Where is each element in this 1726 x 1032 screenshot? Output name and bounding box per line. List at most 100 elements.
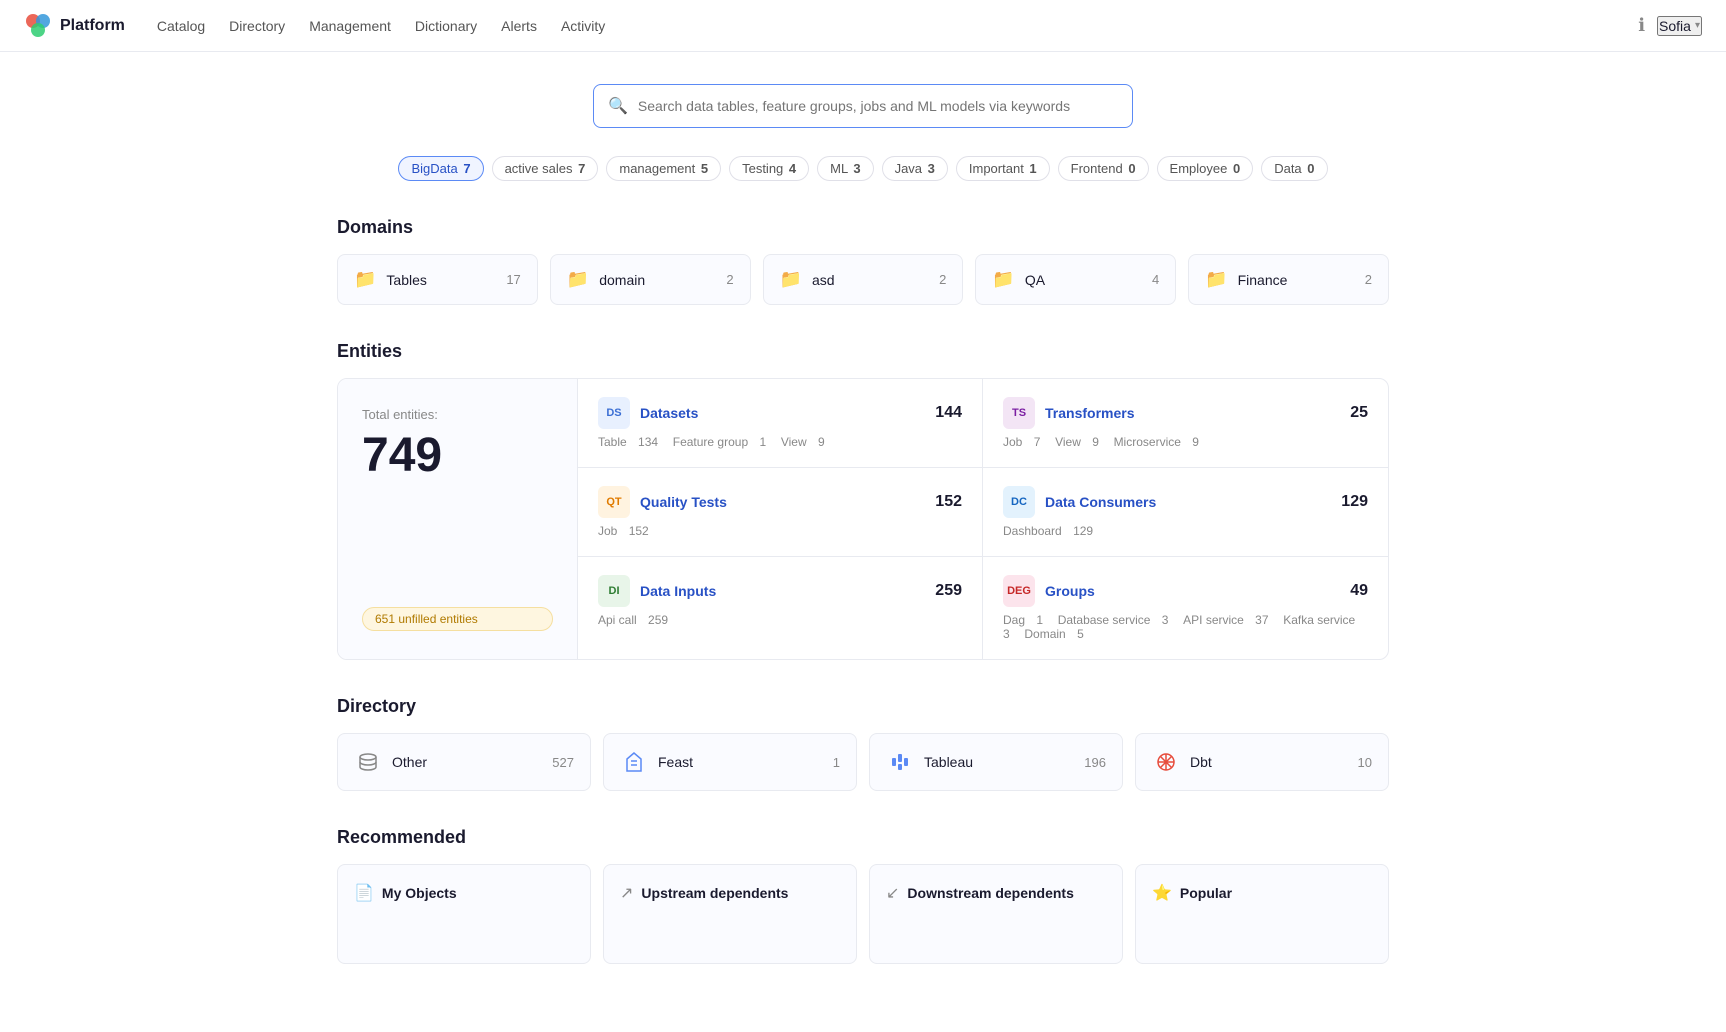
search-box: 🔍 <box>593 84 1133 128</box>
rec-title: My Objects <box>382 885 457 901</box>
entity-meta: Job 7 View 9 Microservice 9 <box>1003 435 1368 449</box>
folder-icon: 📁 <box>354 269 376 290</box>
rec-icon: ⭐ <box>1152 883 1172 903</box>
folder-icon: 📁 <box>992 269 1014 290</box>
folder-icon: 📁 <box>567 269 589 290</box>
entity-cell-groups: DEG Groups 49 Dag 1 Database service 3 A… <box>983 557 1388 659</box>
entity-count: 152 <box>935 493 962 511</box>
dir-card-dbt[interactable]: Dbt 10 <box>1135 733 1389 791</box>
entities-left: Total entities: 749 651 unfilled entitie… <box>338 379 578 659</box>
nav-management[interactable]: Management <box>309 18 391 34</box>
tag-active-sales[interactable]: active sales 7 <box>492 156 599 181</box>
dir-icon-tableau <box>886 748 914 776</box>
unfilled-badge: 651 unfilled entities <box>362 607 553 631</box>
dir-count: 196 <box>1084 755 1106 770</box>
search-input[interactable] <box>638 98 1118 114</box>
tag-bigdata[interactable]: BigData 7 <box>398 156 483 181</box>
rec-card-my-objects[interactable]: 📄 My Objects <box>337 864 591 964</box>
rec-card-upstream-dependents[interactable]: ↗ Upstream dependents <box>603 864 857 964</box>
directory-grid: Other 527 Feast 1 Tableau 196 Dbt 10 <box>337 733 1389 791</box>
domains-grid: 📁 Tables 17 📁 domain 2 📁 asd 2 📁 QA 4 📁 … <box>337 254 1389 305</box>
nav-catalog[interactable]: Catalog <box>157 18 205 34</box>
domain-count: 17 <box>506 272 520 287</box>
entities-title: Entities <box>337 341 1389 362</box>
domains-section: Domains 📁 Tables 17 📁 domain 2 📁 asd 2 📁… <box>337 217 1389 305</box>
nav-alerts[interactable]: Alerts <box>501 18 537 34</box>
entity-name[interactable]: Quality Tests <box>640 494 727 510</box>
directory-section: Directory Other 527 Feast 1 Tableau 196 … <box>337 696 1389 791</box>
entities-right: DS Datasets 144 Table 134 Feature group … <box>578 379 1388 659</box>
entity-count: 25 <box>1350 404 1368 422</box>
search-container: 🔍 <box>337 84 1389 128</box>
entity-name[interactable]: Data Consumers <box>1045 494 1156 510</box>
tag-important[interactable]: Important 1 <box>956 156 1050 181</box>
user-name: Sofia <box>1659 18 1691 34</box>
nav-activity[interactable]: Activity <box>561 18 605 34</box>
domain-name: Finance <box>1238 272 1288 288</box>
directory-title: Directory <box>337 696 1389 717</box>
rec-title: Downstream dependents <box>907 885 1073 901</box>
dir-card-feast[interactable]: Feast 1 <box>603 733 857 791</box>
entity-name[interactable]: Datasets <box>640 405 698 421</box>
entity-badge: DI <box>598 575 630 607</box>
entity-name[interactable]: Transformers <box>1045 405 1134 421</box>
entity-badge: DS <box>598 397 630 429</box>
tag-employee[interactable]: Employee 0 <box>1157 156 1254 181</box>
chevron-down-icon: ▾ <box>1695 20 1700 31</box>
domain-card-asd[interactable]: 📁 asd 2 <box>763 254 964 305</box>
tag-java[interactable]: Java 3 <box>882 156 948 181</box>
entity-count: 259 <box>935 582 962 600</box>
entity-meta: Dashboard 129 <box>1003 524 1368 538</box>
entity-badge: DC <box>1003 486 1035 518</box>
dir-card-other[interactable]: Other 527 <box>337 733 591 791</box>
domain-count: 2 <box>1365 272 1372 287</box>
tag-frontend[interactable]: Frontend 0 <box>1058 156 1149 181</box>
rec-card-popular[interactable]: ⭐ Popular <box>1135 864 1389 964</box>
logo-text: Platform <box>60 17 125 35</box>
entities-inner: Total entities: 749 651 unfilled entitie… <box>337 378 1389 660</box>
nav-directory[interactable]: Directory <box>229 18 285 34</box>
domain-name: QA <box>1025 272 1045 288</box>
entity-count: 129 <box>1341 493 1368 511</box>
header-right: ℹ Sofia ▾ <box>1638 15 1702 36</box>
entity-name[interactable]: Groups <box>1045 583 1095 599</box>
rec-icon: ↗ <box>620 883 633 903</box>
entity-badge: QT <box>598 486 630 518</box>
domain-name: Tables <box>386 272 426 288</box>
nav-dictionary[interactable]: Dictionary <box>415 18 477 34</box>
tag-testing[interactable]: Testing 4 <box>729 156 809 181</box>
dir-name: Feast <box>658 754 693 770</box>
domain-card-tables[interactable]: 📁 Tables 17 <box>337 254 538 305</box>
dir-icon-feast <box>620 748 648 776</box>
rec-card-downstream-dependents[interactable]: ↙ Downstream dependents <box>869 864 1123 964</box>
total-entities-label: Total entities: <box>362 407 553 422</box>
entity-meta: Job 152 <box>598 524 962 538</box>
folder-icon: 📁 <box>780 269 802 290</box>
dir-name: Dbt <box>1190 754 1212 770</box>
domain-card-domain[interactable]: 📁 domain 2 <box>550 254 751 305</box>
tag-data[interactable]: Data 0 <box>1261 156 1327 181</box>
user-menu[interactable]: Sofia ▾ <box>1657 16 1702 36</box>
info-icon[interactable]: ℹ <box>1638 15 1645 36</box>
entity-count: 49 <box>1350 582 1368 600</box>
rec-title: Upstream dependents <box>641 885 788 901</box>
dir-card-tableau[interactable]: Tableau 196 <box>869 733 1123 791</box>
logo[interactable]: Platform <box>24 12 125 40</box>
rec-title: Popular <box>1180 885 1232 901</box>
dir-name: Other <box>392 754 427 770</box>
entity-cell-datasets: DS Datasets 144 Table 134 Feature group … <box>578 379 983 468</box>
recommended-section: Recommended 📄 My Objects ↗ Upstream depe… <box>337 827 1389 964</box>
entity-cell-transformers: TS Transformers 25 Job 7 View 9 Microser… <box>983 379 1388 468</box>
dir-count: 10 <box>1358 755 1372 770</box>
rec-icon: ↙ <box>886 883 899 903</box>
tag-ml[interactable]: ML 3 <box>817 156 873 181</box>
domains-title: Domains <box>337 217 1389 238</box>
tags-row: BigData 7 active sales 7 management 5 Testi… <box>337 156 1389 181</box>
entity-name[interactable]: Data Inputs <box>640 583 716 599</box>
dir-icon-dbt <box>1152 748 1180 776</box>
main-nav: Catalog Directory Management Dictionary … <box>157 18 605 34</box>
domain-card-qa[interactable]: 📁 QA 4 <box>975 254 1176 305</box>
tag-management[interactable]: management 5 <box>606 156 721 181</box>
domain-count: 4 <box>1152 272 1159 287</box>
domain-card-finance[interactable]: 📁 Finance 2 <box>1188 254 1389 305</box>
